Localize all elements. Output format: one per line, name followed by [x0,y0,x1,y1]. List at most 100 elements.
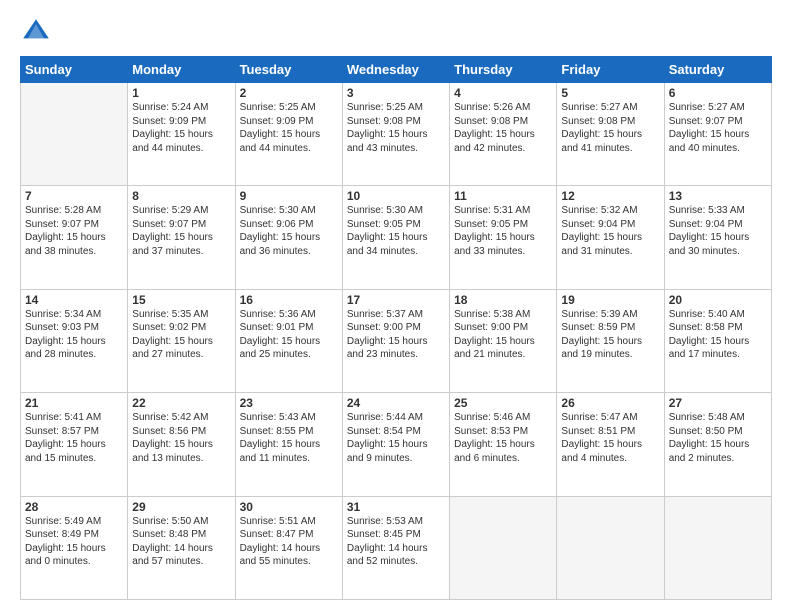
day-number: 2 [240,86,338,100]
day-number: 24 [347,396,445,410]
day-info: Sunrise: 5:25 AM Sunset: 9:08 PM Dayligh… [347,101,445,155]
day-info: Sunrise: 5:29 AM Sunset: 9:07 PM Dayligh… [132,204,230,258]
day-info: Sunrise: 5:27 AM Sunset: 9:08 PM Dayligh… [561,101,659,155]
day-number: 5 [561,86,659,100]
day-info: Sunrise: 5:28 AM Sunset: 9:07 PM Dayligh… [25,204,123,258]
day-number: 23 [240,396,338,410]
calendar-day-cell: 25Sunrise: 5:46 AM Sunset: 8:53 PM Dayli… [450,393,557,496]
calendar-header-day: Tuesday [235,57,342,83]
day-info: Sunrise: 5:48 AM Sunset: 8:50 PM Dayligh… [669,411,767,465]
day-info: Sunrise: 5:38 AM Sunset: 9:00 PM Dayligh… [454,308,552,362]
day-info: Sunrise: 5:33 AM Sunset: 9:04 PM Dayligh… [669,204,767,258]
calendar-day-cell: 21Sunrise: 5:41 AM Sunset: 8:57 PM Dayli… [21,393,128,496]
calendar-header-day: Thursday [450,57,557,83]
calendar-header-day: Friday [557,57,664,83]
header [20,16,772,48]
day-number: 15 [132,293,230,307]
calendar-day-cell: 4Sunrise: 5:26 AM Sunset: 9:08 PM Daylig… [450,83,557,186]
day-number: 11 [454,189,552,203]
calendar-day-cell: 6Sunrise: 5:27 AM Sunset: 9:07 PM Daylig… [664,83,771,186]
calendar-header-day: Sunday [21,57,128,83]
day-info: Sunrise: 5:35 AM Sunset: 9:02 PM Dayligh… [132,308,230,362]
day-info: Sunrise: 5:30 AM Sunset: 9:06 PM Dayligh… [240,204,338,258]
calendar-day-cell: 3Sunrise: 5:25 AM Sunset: 9:08 PM Daylig… [342,83,449,186]
day-info: Sunrise: 5:32 AM Sunset: 9:04 PM Dayligh… [561,204,659,258]
calendar-day-cell: 26Sunrise: 5:47 AM Sunset: 8:51 PM Dayli… [557,393,664,496]
day-info: Sunrise: 5:26 AM Sunset: 9:08 PM Dayligh… [454,101,552,155]
day-info: Sunrise: 5:40 AM Sunset: 8:58 PM Dayligh… [669,308,767,362]
day-info: Sunrise: 5:50 AM Sunset: 8:48 PM Dayligh… [132,515,230,569]
day-number: 21 [25,396,123,410]
day-number: 16 [240,293,338,307]
calendar-day-cell: 12Sunrise: 5:32 AM Sunset: 9:04 PM Dayli… [557,186,664,289]
day-info: Sunrise: 5:34 AM Sunset: 9:03 PM Dayligh… [25,308,123,362]
calendar-week-row: 7Sunrise: 5:28 AM Sunset: 9:07 PM Daylig… [21,186,772,289]
day-number: 6 [669,86,767,100]
calendar-day-cell [664,496,771,599]
day-info: Sunrise: 5:49 AM Sunset: 8:49 PM Dayligh… [25,515,123,569]
day-number: 14 [25,293,123,307]
calendar-day-cell: 16Sunrise: 5:36 AM Sunset: 9:01 PM Dayli… [235,289,342,392]
day-number: 20 [669,293,767,307]
calendar-day-cell: 15Sunrise: 5:35 AM Sunset: 9:02 PM Dayli… [128,289,235,392]
calendar-day-cell: 31Sunrise: 5:53 AM Sunset: 8:45 PM Dayli… [342,496,449,599]
calendar-day-cell: 8Sunrise: 5:29 AM Sunset: 9:07 PM Daylig… [128,186,235,289]
day-number: 19 [561,293,659,307]
day-number: 28 [25,500,123,514]
calendar-day-cell: 17Sunrise: 5:37 AM Sunset: 9:00 PM Dayli… [342,289,449,392]
day-number: 7 [25,189,123,203]
day-info: Sunrise: 5:53 AM Sunset: 8:45 PM Dayligh… [347,515,445,569]
calendar-week-row: 1Sunrise: 5:24 AM Sunset: 9:09 PM Daylig… [21,83,772,186]
calendar-day-cell: 20Sunrise: 5:40 AM Sunset: 8:58 PM Dayli… [664,289,771,392]
calendar-day-cell: 5Sunrise: 5:27 AM Sunset: 9:08 PM Daylig… [557,83,664,186]
calendar-day-cell [557,496,664,599]
day-info: Sunrise: 5:27 AM Sunset: 9:07 PM Dayligh… [669,101,767,155]
day-number: 29 [132,500,230,514]
calendar-table: SundayMondayTuesdayWednesdayThursdayFrid… [20,56,772,600]
calendar-week-row: 14Sunrise: 5:34 AM Sunset: 9:03 PM Dayli… [21,289,772,392]
day-number: 3 [347,86,445,100]
day-number: 30 [240,500,338,514]
day-number: 22 [132,396,230,410]
day-info: Sunrise: 5:37 AM Sunset: 9:00 PM Dayligh… [347,308,445,362]
calendar-day-cell: 2Sunrise: 5:25 AM Sunset: 9:09 PM Daylig… [235,83,342,186]
calendar-week-row: 28Sunrise: 5:49 AM Sunset: 8:49 PM Dayli… [21,496,772,599]
day-info: Sunrise: 5:24 AM Sunset: 9:09 PM Dayligh… [132,101,230,155]
calendar-day-cell [21,83,128,186]
logo-icon [20,16,52,48]
calendar-day-cell: 27Sunrise: 5:48 AM Sunset: 8:50 PM Dayli… [664,393,771,496]
day-number: 25 [454,396,552,410]
day-info: Sunrise: 5:31 AM Sunset: 9:05 PM Dayligh… [454,204,552,258]
day-number: 13 [669,189,767,203]
calendar-day-cell: 19Sunrise: 5:39 AM Sunset: 8:59 PM Dayli… [557,289,664,392]
day-info: Sunrise: 5:47 AM Sunset: 8:51 PM Dayligh… [561,411,659,465]
logo [20,16,56,48]
calendar-day-cell: 13Sunrise: 5:33 AM Sunset: 9:04 PM Dayli… [664,186,771,289]
calendar-day-cell: 11Sunrise: 5:31 AM Sunset: 9:05 PM Dayli… [450,186,557,289]
day-number: 18 [454,293,552,307]
day-number: 4 [454,86,552,100]
day-info: Sunrise: 5:30 AM Sunset: 9:05 PM Dayligh… [347,204,445,258]
day-info: Sunrise: 5:43 AM Sunset: 8:55 PM Dayligh… [240,411,338,465]
calendar-day-cell: 23Sunrise: 5:43 AM Sunset: 8:55 PM Dayli… [235,393,342,496]
calendar-day-cell: 7Sunrise: 5:28 AM Sunset: 9:07 PM Daylig… [21,186,128,289]
calendar-day-cell: 14Sunrise: 5:34 AM Sunset: 9:03 PM Dayli… [21,289,128,392]
calendar-header-day: Wednesday [342,57,449,83]
day-number: 1 [132,86,230,100]
calendar-day-cell: 18Sunrise: 5:38 AM Sunset: 9:00 PM Dayli… [450,289,557,392]
calendar-day-cell: 24Sunrise: 5:44 AM Sunset: 8:54 PM Dayli… [342,393,449,496]
day-number: 12 [561,189,659,203]
day-number: 31 [347,500,445,514]
day-number: 9 [240,189,338,203]
calendar-day-cell: 28Sunrise: 5:49 AM Sunset: 8:49 PM Dayli… [21,496,128,599]
day-number: 10 [347,189,445,203]
day-number: 26 [561,396,659,410]
day-info: Sunrise: 5:51 AM Sunset: 8:47 PM Dayligh… [240,515,338,569]
calendar-day-cell: 30Sunrise: 5:51 AM Sunset: 8:47 PM Dayli… [235,496,342,599]
calendar-day-cell: 29Sunrise: 5:50 AM Sunset: 8:48 PM Dayli… [128,496,235,599]
day-number: 27 [669,396,767,410]
calendar-day-cell: 10Sunrise: 5:30 AM Sunset: 9:05 PM Dayli… [342,186,449,289]
day-info: Sunrise: 5:41 AM Sunset: 8:57 PM Dayligh… [25,411,123,465]
day-number: 8 [132,189,230,203]
page: SundayMondayTuesdayWednesdayThursdayFrid… [0,0,792,612]
